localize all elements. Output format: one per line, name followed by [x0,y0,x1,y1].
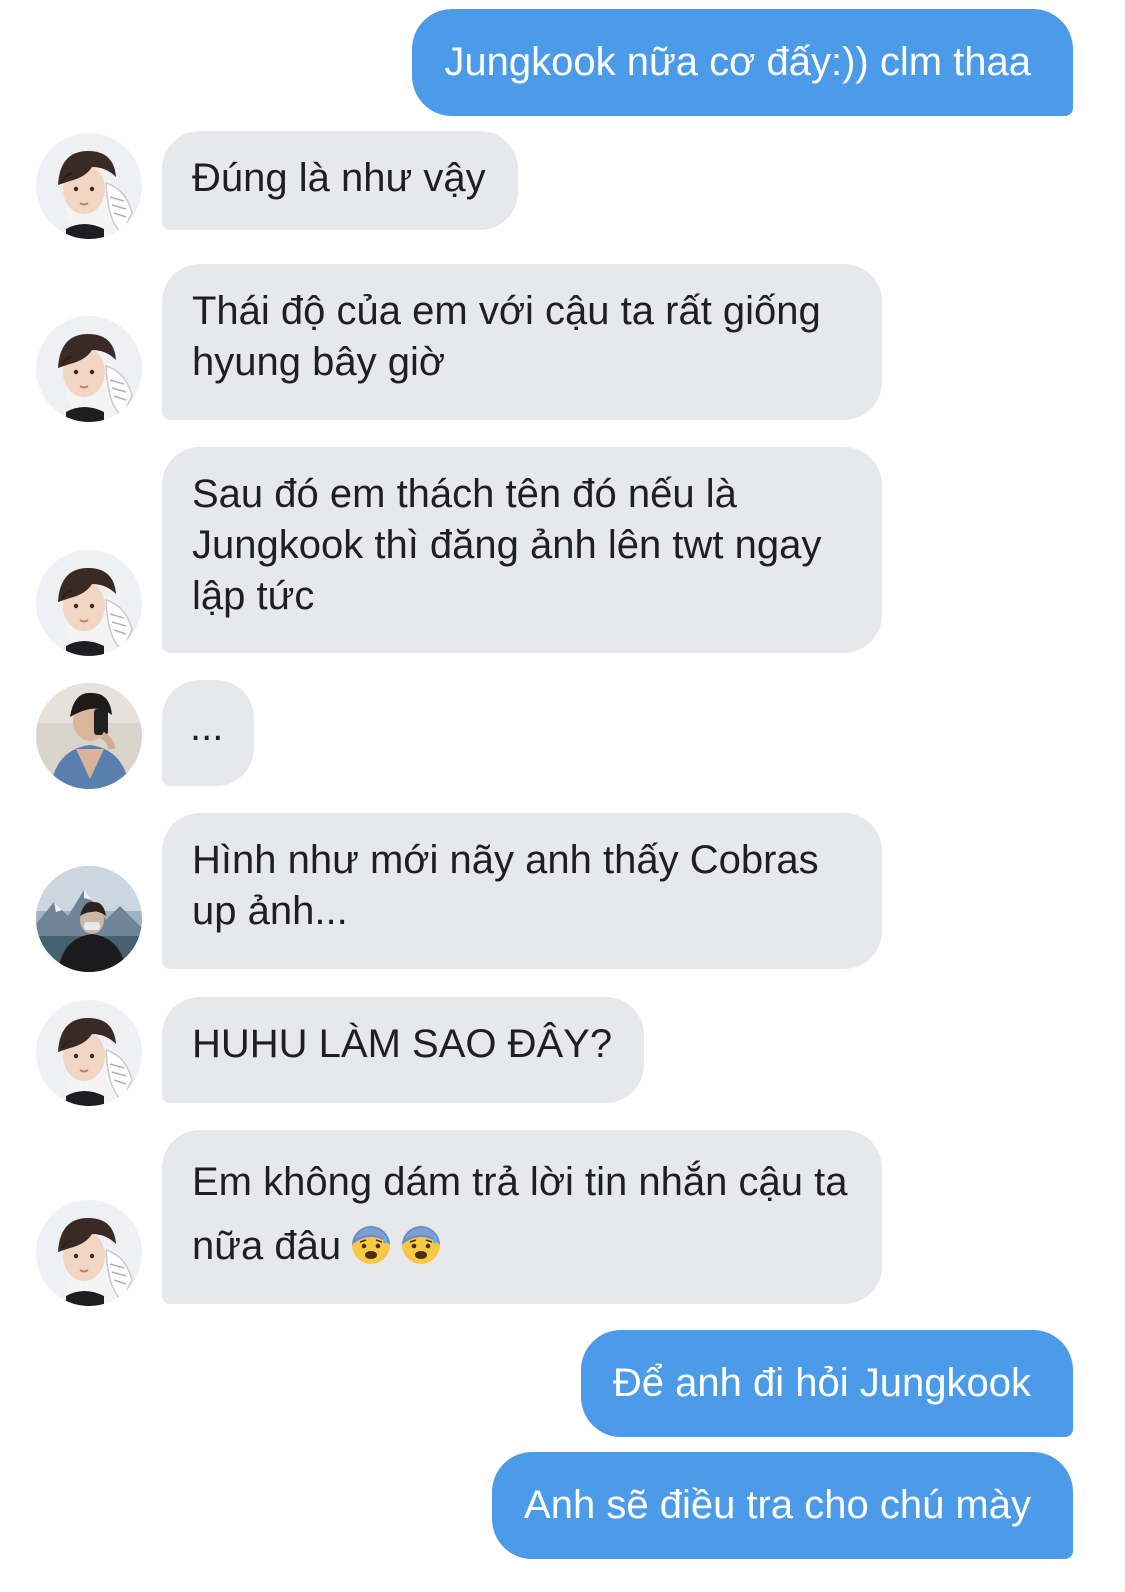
message-text: Em không dám trả lời tin nhắn cậu ta nữa… [192,1160,848,1268]
avatar-mirror-selfie[interactable] [36,683,142,789]
message-bubble-incoming[interactable]: HUHU LÀM SAO ĐÂY? [162,997,645,1103]
anxious-face-with-sweat-icon [401,1225,441,1265]
avatar-boy-hand[interactable] [36,133,142,239]
message-text: Đúng là như vậy [192,156,486,200]
message-text: Thái độ của em với cậu ta rất giống hyun… [192,289,821,384]
avatar-boy-hand[interactable] [36,1000,142,1106]
anxious-face-with-sweat-icon [351,1225,391,1265]
message-bubble-outgoing[interactable]: Anh sẽ điều tra cho chú mày [492,1452,1073,1559]
message-bubble-incoming[interactable]: ... [162,680,254,786]
avatar-boy-hand[interactable] [36,550,142,656]
avatar-boy-hand[interactable] [36,316,142,422]
message-bubble-outgoing[interactable]: Jungkook nữa cơ đấy:)) clm thaa [412,9,1073,116]
message-text: Hình như mới nãy anh thấy Cobras up ảnh.… [192,838,819,933]
message-bubble-incoming[interactable]: Đúng là như vậy [162,131,518,230]
message-text: Sau đó em thách tên đó nếu là Jungkook t… [192,472,822,618]
message-bubble-incoming[interactable]: Hình như mới nãy anh thấy Cobras up ảnh.… [162,813,882,969]
message-text: Jungkook nữa cơ đấy:)) clm thaa [444,40,1031,84]
message-text: HUHU LÀM SAO ĐÂY? [192,1022,613,1066]
message-text: ... [190,705,224,749]
message-bubble-outgoing[interactable]: Để anh đi hỏi Jungkook [580,1330,1073,1437]
message-bubble-incoming[interactable]: Sau đó em thách tên đó nếu là Jungkook t… [162,447,882,653]
avatar-boy-hand[interactable] [36,1200,142,1306]
message-text: Anh sẽ điều tra cho chú mày [524,1483,1031,1527]
message-text: Để anh đi hỏi Jungkook [612,1361,1031,1405]
message-bubble-incoming[interactable]: Thái độ của em với cậu ta rất giống hyun… [162,264,882,420]
message-bubble-incoming[interactable]: Em không dám trả lời tin nhắn cậu ta nữa… [162,1130,882,1304]
avatar-mountain[interactable] [36,866,142,972]
